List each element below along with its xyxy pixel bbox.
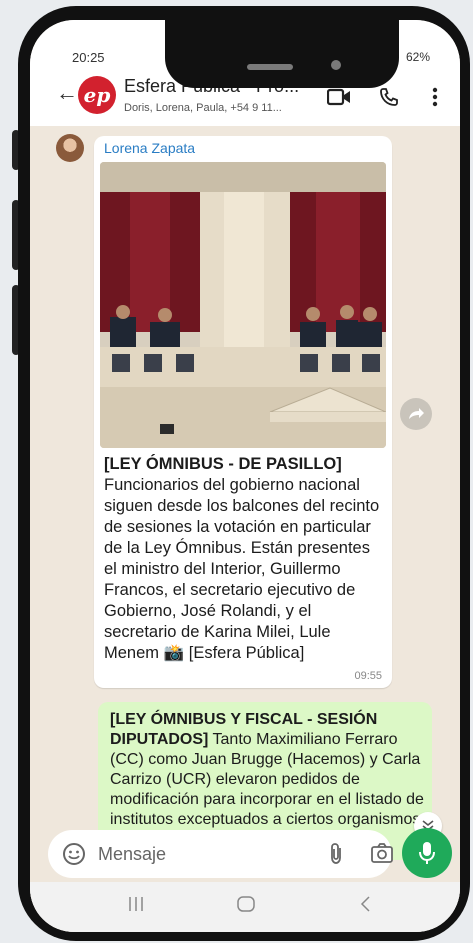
incoming-message[interactable]: Lorena Zapata [LEY ÓMNIBUS - DE PASILLO]…: [94, 136, 392, 688]
message-text: [LEY ÓMNIBUS - DE PASILLO] Funcionarios …: [104, 454, 384, 664]
status-time: 20:25: [72, 50, 105, 65]
chat-area[interactable]: Lorena Zapata [LEY ÓMNIBUS - DE PASILLO]…: [30, 126, 460, 872]
microphone-button[interactable]: [402, 828, 452, 878]
sender-name[interactable]: Lorena Zapata: [104, 140, 195, 156]
more-options-icon[interactable]: [422, 84, 448, 110]
message-placeholder[interactable]: Mensaje: [98, 844, 166, 865]
system-nav-bar: [30, 882, 460, 932]
forward-icon[interactable]: [400, 398, 432, 430]
recent-apps-icon[interactable]: [126, 894, 146, 919]
chat-participants[interactable]: Doris, Lorena, Paula, +54 9 11...: [124, 102, 282, 114]
microphone-icon: [419, 842, 435, 864]
sender-avatar[interactable]: [56, 134, 84, 162]
back-arrow-icon[interactable]: ←: [56, 80, 78, 106]
camera-notch: [165, 20, 399, 88]
message-text-2: [LEY ÓMNIBUS Y FISCAL - SESIÓN DIPUTADOS…: [110, 710, 430, 850]
emoji-icon[interactable]: [62, 842, 86, 871]
message-photo[interactable]: [100, 162, 386, 448]
back-nav-icon[interactable]: [356, 894, 376, 919]
phone-screen: 20:25 62% ← ep Esfera Pública - Pro... D…: [30, 20, 460, 932]
battery-level: 62%: [405, 50, 430, 64]
voice-call-icon[interactable]: [376, 84, 402, 110]
message-body: Funcionarios del gobierno nacional sigue…: [104, 476, 380, 662]
camera-icon[interactable]: [370, 842, 394, 869]
message-headline: [LEY ÓMNIBUS - DE PASILLO]: [104, 455, 342, 473]
home-icon[interactable]: [236, 894, 256, 919]
attach-icon[interactable]: [326, 842, 346, 871]
message-input[interactable]: Mensaje: [48, 830, 394, 878]
group-avatar[interactable]: ep: [78, 76, 116, 114]
message-time: 09:55: [354, 670, 382, 682]
